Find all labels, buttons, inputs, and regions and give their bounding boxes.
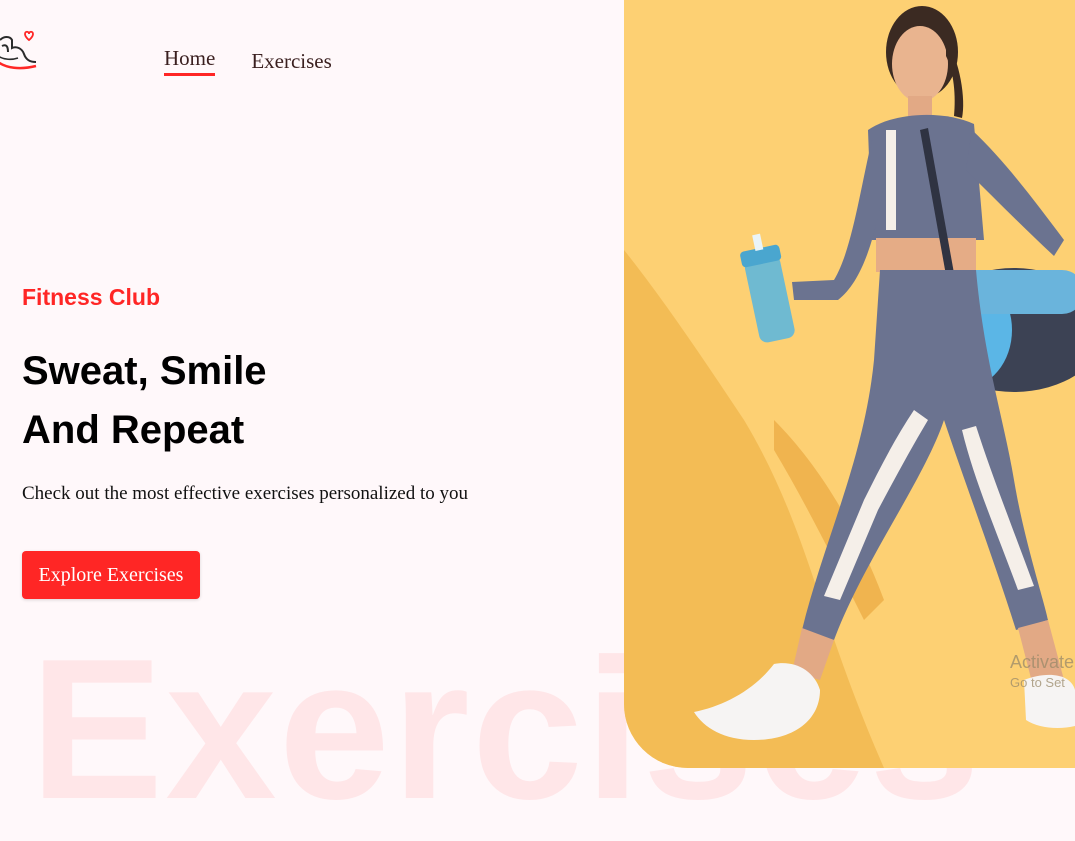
hero-subtitle: Check out the most effective exercises p… <box>22 483 468 504</box>
hero-title-line-2: And Repeat <box>22 408 245 452</box>
hero-tagline: Fitness Club <box>22 284 161 310</box>
gym-logo-icon[interactable] <box>0 26 40 74</box>
main-nav: Home Exercises <box>164 46 332 76</box>
watermark-line-1: Activate <box>1010 652 1075 672</box>
explore-exercises-button[interactable]: Explore Exercises <box>22 551 200 599</box>
hero-banner-image <box>624 0 1075 768</box>
nav-exercises-link[interactable]: Exercises <box>251 49 331 76</box>
hero-title: Sweat, Smile And Repeat <box>22 342 267 460</box>
activate-windows-watermark: Activate Go to Set <box>1010 652 1074 690</box>
watermark-line-2: Go to Set <box>1010 675 1065 690</box>
hero-title-line-1: Sweat, Smile <box>22 349 267 393</box>
nav-home-link[interactable]: Home <box>164 46 216 76</box>
